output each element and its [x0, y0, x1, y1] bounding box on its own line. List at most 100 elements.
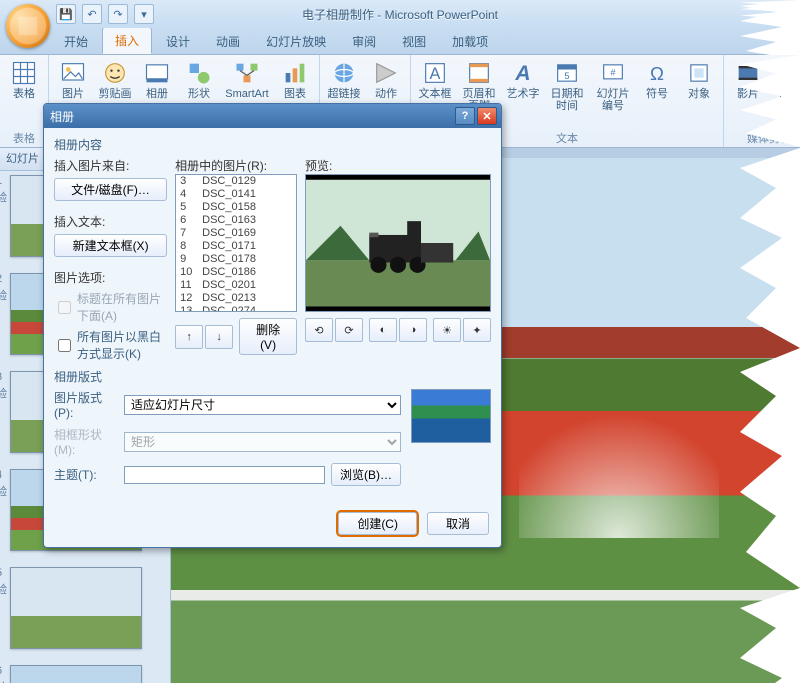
- qat-dropdown-icon[interactable]: ▾: [134, 4, 154, 24]
- picture-layout-select[interactable]: 适应幻灯片尺寸: [124, 395, 401, 415]
- table-label: 表格: [13, 88, 35, 100]
- hyperlink-button[interactable]: 超链接: [326, 57, 362, 100]
- move-up-button[interactable]: ↑: [175, 325, 203, 349]
- tab-animation[interactable]: 动画: [204, 29, 252, 54]
- rotate-right-icon[interactable]: ⟳: [335, 318, 363, 342]
- object-button[interactable]: 对象: [681, 57, 717, 100]
- window-title: 电子相册制作 - Microsoft PowerPoint: [302, 6, 498, 23]
- picture-list-item[interactable]: 3DSC_0129: [176, 175, 296, 188]
- close-icon[interactable]: ✕: [477, 107, 497, 125]
- picture-button[interactable]: 图片: [55, 57, 91, 100]
- preview-label: 预览:: [305, 157, 491, 174]
- picture-list-item[interactable]: 5DSC_0158: [176, 201, 296, 214]
- theme-input[interactable]: [124, 466, 325, 484]
- black-white-input[interactable]: [58, 339, 71, 352]
- layout-preview-thumb: [411, 389, 491, 443]
- picture-label: 图片: [62, 88, 84, 100]
- save-icon[interactable]: 💾: [56, 4, 76, 24]
- picture-list-label: 相册中的图片(R):: [175, 157, 297, 174]
- picture-listbox[interactable]: 3DSC_01294DSC_01415DSC_01586DSC_01637DSC…: [175, 174, 297, 312]
- dialog-footer: 创建(C) 取消: [44, 506, 501, 547]
- redo-icon[interactable]: ↷: [108, 4, 128, 24]
- help-icon[interactable]: ?: [455, 107, 475, 125]
- group-label: 表格: [13, 129, 35, 147]
- tab-home[interactable]: 开始: [52, 29, 100, 54]
- office-button[interactable]: [6, 4, 50, 48]
- album-button[interactable]: 相册: [139, 57, 175, 100]
- create-button[interactable]: 创建(C): [338, 512, 417, 535]
- brightness-down-icon[interactable]: ✦: [463, 318, 491, 342]
- picture-list-item[interactable]: 10DSC_0186: [176, 266, 296, 279]
- insert-from-label: 插入图片来自:: [54, 157, 167, 174]
- black-white-checkbox[interactable]: 所有图片以黑白方式显示(K): [54, 328, 167, 362]
- picture-list-item[interactable]: 9DSC_0178: [176, 253, 296, 266]
- shapes-button[interactable]: 形状: [181, 57, 217, 100]
- wordart-label: 艺术字: [507, 88, 540, 100]
- action-button[interactable]: 动作: [368, 57, 404, 100]
- picture-list-item[interactable]: 12DSC_0213: [176, 292, 296, 305]
- frame-shape-select: 矩形: [124, 432, 401, 452]
- dialog-titlebar[interactable]: 相册 ? ✕: [44, 104, 501, 128]
- textbox-button[interactable]: A 文本框: [417, 57, 453, 100]
- tab-design[interactable]: 设计: [154, 29, 202, 54]
- tab-addins[interactable]: 加载项: [440, 29, 500, 54]
- scene-fountain: [519, 358, 719, 538]
- file-disk-button[interactable]: 文件/磁盘(F)…: [54, 178, 167, 201]
- slide-thumb[interactable]: 5验: [10, 567, 160, 649]
- symbol-button[interactable]: Ω 符号: [639, 57, 675, 100]
- caption-below-checkbox: 标题在所有图片下面(A): [54, 290, 167, 324]
- contrast-down-icon[interactable]: ◑: [399, 318, 427, 342]
- tab-slideshow[interactable]: 幻灯片放映: [254, 29, 338, 54]
- black-white-label: 所有图片以黑白方式显示(K): [77, 328, 167, 362]
- move-down-button[interactable]: ↓: [205, 325, 233, 349]
- svg-text:Ω: Ω: [650, 63, 664, 84]
- datetime-label: 日期和时间: [547, 88, 587, 112]
- table-button[interactable]: 表格: [6, 57, 42, 100]
- picture-list-item[interactable]: 8DSC_0171: [176, 240, 296, 253]
- group-label: 文本: [556, 129, 578, 147]
- svg-text:A: A: [430, 65, 441, 83]
- dialog-body: 相册内容 插入图片来自: 文件/磁盘(F)… 插入文本: 新建文本框(X) 图片…: [44, 128, 501, 506]
- section-album-content: 相册内容: [54, 136, 491, 153]
- slidenum-label: 幻灯片编号: [593, 88, 633, 112]
- picture-list-item[interactable]: 13DSC_0274: [176, 305, 296, 312]
- picture-list-item[interactable]: 6DSC_0163: [176, 214, 296, 227]
- tab-insert[interactable]: 插入: [102, 27, 152, 54]
- new-textbox-button[interactable]: 新建文本框(X): [54, 234, 167, 257]
- theme-label: 主题(T):: [54, 466, 118, 483]
- browse-button[interactable]: 浏览(B)…: [331, 463, 401, 486]
- insert-source-column: 插入图片来自: 文件/磁盘(F)… 插入文本: 新建文本框(X) 图片选项: 标…: [54, 157, 167, 362]
- undo-icon[interactable]: ↶: [82, 4, 102, 24]
- contrast-up-icon[interactable]: ◐: [369, 318, 397, 342]
- tab-review[interactable]: 审阅: [340, 29, 388, 54]
- cancel-button[interactable]: 取消: [427, 512, 489, 535]
- title-bar: 💾 ↶ ↷ ▾ 电子相册制作 - Microsoft PowerPoint: [0, 0, 800, 28]
- smartart-button[interactable]: SmartArt: [223, 57, 271, 100]
- picture-list-item[interactable]: 11DSC_0201: [176, 279, 296, 292]
- quick-access-toolbar: 💾 ↶ ↷ ▾: [56, 4, 154, 24]
- insert-text-label: 插入文本:: [54, 213, 167, 230]
- caption-below-label: 标题在所有图片下面(A): [77, 290, 167, 324]
- album-dialog: 相册 ? ✕ 相册内容 插入图片来自: 文件/磁盘(F)… 插入文本: 新建文本…: [43, 103, 502, 548]
- section-album-layout: 相册版式: [54, 368, 491, 385]
- rotate-left-icon[interactable]: ⟲: [305, 318, 333, 342]
- picture-list-item[interactable]: 4DSC_0141: [176, 188, 296, 201]
- svg-text:#: #: [610, 67, 616, 77]
- clipart-button[interactable]: 剪贴画: [97, 57, 133, 100]
- hyperlink-label: 超链接: [328, 88, 361, 100]
- album-label: 相册: [146, 88, 168, 100]
- picture-list-item[interactable]: 7DSC_0169: [176, 227, 296, 240]
- remove-button[interactable]: 删除(V): [239, 318, 297, 355]
- symbol-label: 符号: [646, 88, 668, 100]
- frame-shape-label: 相框形状(M):: [54, 426, 118, 457]
- chart-button[interactable]: 图表: [277, 57, 313, 100]
- brightness-up-icon[interactable]: ☀: [433, 318, 461, 342]
- svg-text:5: 5: [564, 71, 569, 81]
- tab-view[interactable]: 视图: [390, 29, 438, 54]
- action-label: 动作: [375, 88, 397, 100]
- textbox-label: 文本框: [419, 88, 452, 100]
- slidenum-button[interactable]: # 幻灯片编号: [593, 57, 633, 112]
- slide-thumb[interactable]: 6验: [10, 665, 160, 683]
- wordart-button[interactable]: A艺术字: [505, 57, 541, 100]
- datetime-button[interactable]: 5 日期和时间: [547, 57, 587, 112]
